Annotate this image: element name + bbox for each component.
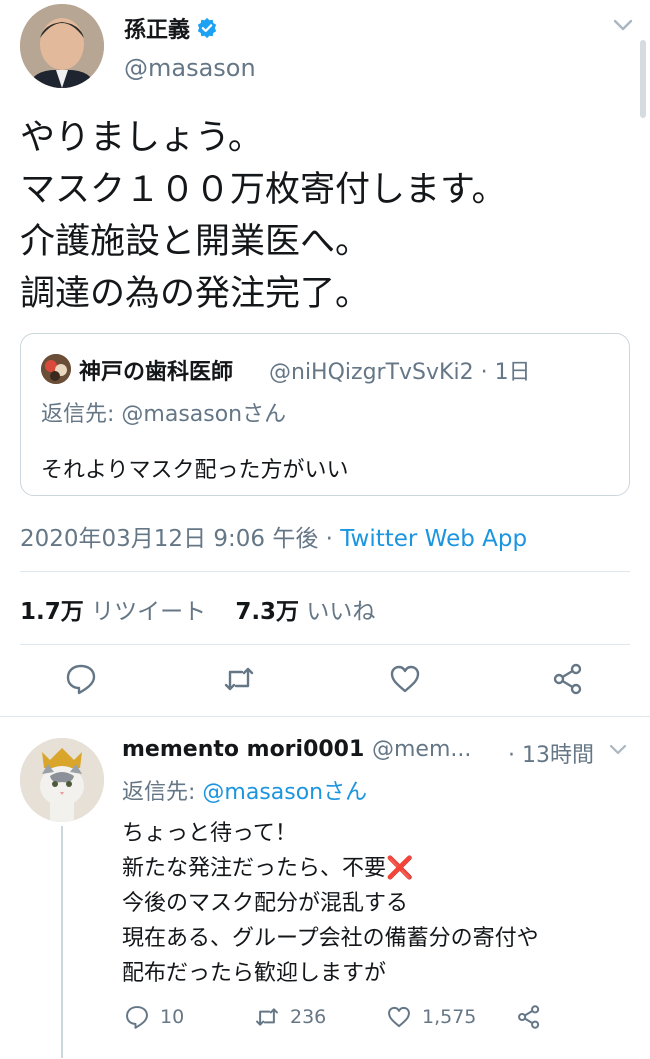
quoted-tweet[interactable]: 神戸の歯科医師 @niHQizgrTvSvKi2 · 1日 返信先: @masa… [20,333,630,496]
timestamp[interactable]: 2020年03月12日 9:06 午後 [20,526,318,552]
reply-line: 今後のマスク配分が混乱する [122,891,409,916]
reply-count: 10 [160,1006,185,1028]
avatar-memento-mori[interactable] [20,738,104,822]
author-handle[interactable]: @masason [124,54,256,82]
reply-prefix: 返信先: [122,780,203,805]
like-count: 1,575 [422,1006,477,1028]
reply-line: 現在ある、グループ会社の備蓄分の寄付や [122,926,539,951]
avatar-image [20,738,104,822]
reply-icon[interactable] [64,662,98,696]
reply-display-name[interactable]: memento mori0001 [122,737,364,762]
quoted-handle-line: @niHQizgrTvSvKi2 · 1日 [269,360,531,385]
reply-line: 配布だったら歓迎しますが [122,961,387,986]
author-name[interactable]: 孫正義 [124,12,218,44]
reply-text: ちょっと待って！ 新たな発注だったら、不要❌ 今後のマスク配分が混乱する 現在あ… [122,816,642,991]
engagement-stats: 1.7万 リツイート 7.3万 いいね [20,592,375,626]
reply-mention: @masasonさん [121,402,287,427]
avatar-image [20,4,104,88]
retweet-count: 236 [290,1006,327,1028]
avatar-masason[interactable] [20,4,104,88]
reply-line: ちょっと待って！ [122,821,297,846]
quoted-text: それよりマスク配った方がいい [41,458,349,483]
display-name[interactable]: 孫正義 [124,12,190,44]
thread-line [61,826,63,1058]
reply-like-action[interactable]: 1,575 [386,1004,476,1030]
source-link[interactable]: Twitter Web App [340,526,527,552]
tweet-line: 介護施設と開業医へ。 [20,222,371,262]
tweet-line: マスク１００万枚寄付します。 [20,170,507,210]
share-icon [518,1005,540,1029]
reply-retweet-action[interactable]: 236 [254,1004,326,1030]
divider [0,716,650,717]
chevron-down-icon[interactable] [608,742,628,758]
timestamp-line: 2020年03月12日 9:06 午後 · Twitter Web App [20,519,527,553]
reply-to-line: 返信先: @masasonさん [122,774,367,806]
tweet-text: やりましょう。 マスク１００万枚寄付します。 介護施設と開業医へ。 調達の為の発… [20,112,640,320]
divider [20,644,630,645]
retweet-icon [256,1008,278,1026]
like-icon [388,1006,410,1028]
reply-mention[interactable]: @masasonさん [202,780,367,805]
divider [20,571,630,572]
retweets-label: リツイート [91,599,207,625]
reply-prefix: 返信先: [41,402,122,427]
likes-count: 7.3万 [235,599,300,625]
reply-icon [126,1006,148,1029]
likes-label: いいね [306,599,376,625]
quoted-reply-to: 返信先: @masasonさん [41,396,286,428]
scrollbar[interactable] [640,40,646,118]
cross-mark-icon: ❌ [386,856,414,881]
quoted-avatar [41,354,71,384]
quoted-handle: @niHQizgrTvSvKi2 [269,360,474,385]
retweets-count: 1.7万 [20,599,84,625]
tweet-line: やりましょう。 [20,118,263,158]
retweets-stat[interactable]: 1.7万 リツイート [20,599,206,625]
share-icon[interactable] [551,662,585,696]
reply-handle[interactable]: @mem... [372,737,471,762]
reply-age[interactable]: · 13時間 [508,737,594,769]
reply-line: 新たな発注だったら、不要 [122,856,387,881]
likes-stat[interactable]: 7.3万 いいね [235,599,375,625]
quoted-avatar-image [41,354,71,384]
reply-share-action[interactable] [516,1004,542,1030]
quoted-display-name: 神戸の歯科医師 [79,360,234,385]
separator: · [318,526,341,552]
tweet-line: 調達の為の発注完了。 [20,274,371,314]
verified-badge-icon [197,17,217,39]
like-icon[interactable] [388,662,422,696]
chevron-down-icon[interactable] [612,16,634,34]
quoted-age: 1日 [494,360,531,385]
retweet-icon[interactable] [222,662,256,696]
reply-reply-action[interactable]: 10 [124,1004,184,1030]
